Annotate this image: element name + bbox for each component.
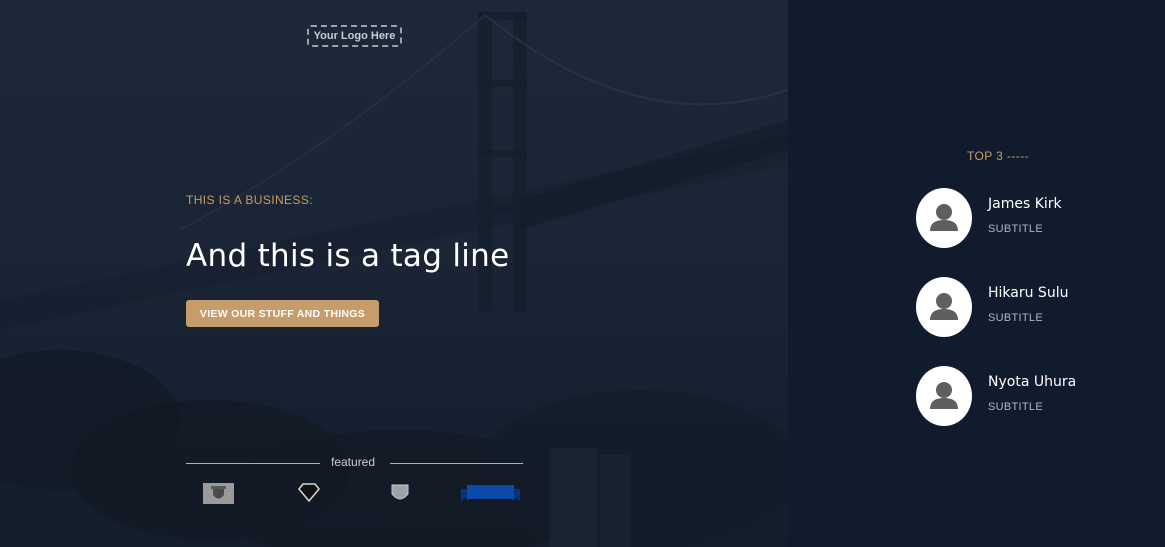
ribbon-banner-icon[interactable] [461,483,520,508]
user-avatar-icon [916,277,972,337]
person-subtitle: SUBTITLE [988,223,1043,235]
person-name: James Kirk [988,196,1062,212]
diamond-icon[interactable] [297,483,321,506]
person-name: Nyota Uhura [988,374,1077,390]
person-subtitle: SUBTITLE [988,312,1043,324]
person-subtitle: SUBTITLE [988,401,1043,413]
user-avatar-icon [916,188,972,248]
shield-icon[interactable] [390,483,410,508]
logo-placeholder[interactable]: Your Logo Here [307,25,402,47]
view-stuff-button[interactable]: VIEW OUR STUFF AND THINGS [186,300,379,327]
featured-divider-left [186,463,320,464]
hero-eyebrow: THIS IS A BUSINESS: [186,193,313,207]
shield-crest-icon[interactable] [203,483,234,508]
person-card[interactable]: Nyota Uhura SUBTITLE [916,366,1156,426]
featured-divider-right [390,463,523,464]
top-3-title: TOP 3 ----- [967,149,1029,163]
person-name: Hikaru Sulu [988,285,1069,301]
top-3-sidebar: TOP 3 ----- James Kirk SUBTITLE Hikaru S… [788,0,1165,547]
featured-label: featured [331,455,376,469]
user-avatar-icon [916,366,972,426]
person-card[interactable]: James Kirk SUBTITLE [916,188,1156,248]
hero-tagline: And this is a tag line [186,238,510,274]
hero-section: Your Logo Here THIS IS A BUSINESS: And t… [0,0,788,547]
person-card[interactable]: Hikaru Sulu SUBTITLE [916,277,1156,337]
